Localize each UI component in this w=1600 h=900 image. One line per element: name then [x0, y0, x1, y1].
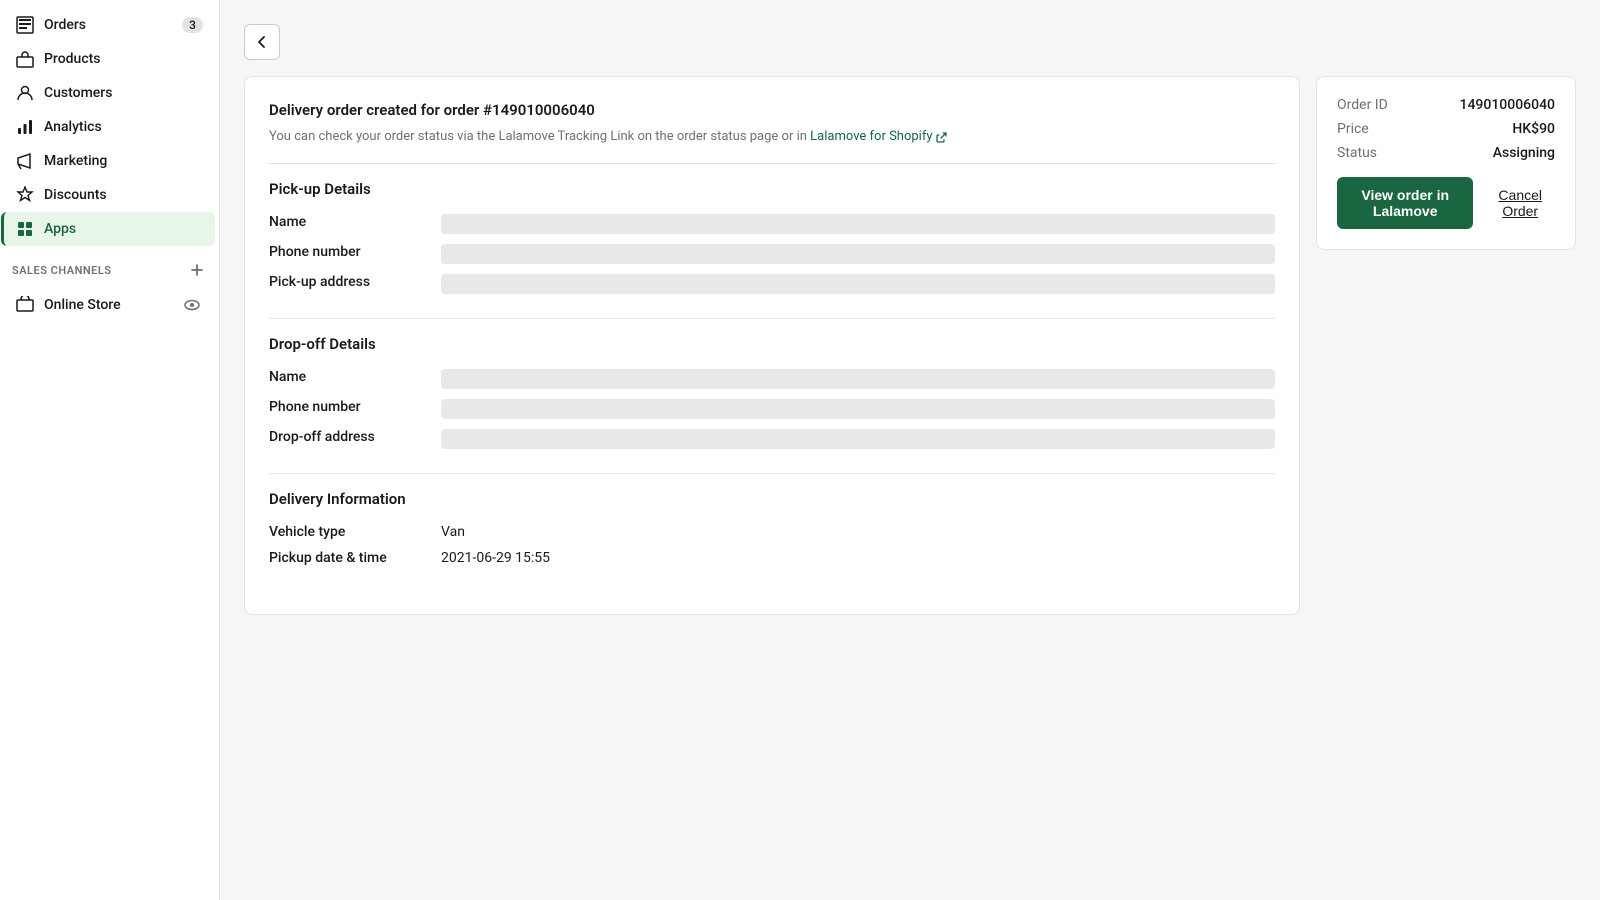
action-buttons: View order in Lalamove Cancel Order [1337, 177, 1555, 229]
pickup-details-section: Pick-up Details Name Phone number Pick-u… [269, 180, 1275, 294]
delivery-info-grid: Vehicle type Van Pickup date & time 2021… [269, 524, 1275, 566]
customers-icon [16, 84, 34, 102]
order-info: Order ID 149010006040 Price HK$90 Status… [1337, 97, 1555, 161]
discounts-icon [16, 186, 34, 204]
pickup-name-value [441, 214, 1275, 234]
dropoff-name-label: Name [269, 369, 429, 389]
order-id-value: 149010006040 [1460, 97, 1555, 113]
delivery-order-title: Delivery order created for order #149010… [269, 101, 1275, 119]
orders-icon [16, 16, 34, 34]
sidebar-item-analytics[interactable]: Analytics [4, 110, 215, 144]
pickup-address-label: Pick-up address [269, 274, 429, 294]
order-id-label: Order ID [1337, 97, 1388, 113]
sidebar-item-online-store[interactable]: Online Store [4, 286, 215, 324]
cancel-order-button[interactable]: Cancel Order [1485, 177, 1555, 229]
pickup-section-title: Pick-up Details [269, 180, 1275, 198]
dropoff-details-section: Drop-off Details Name Phone number Drop-… [269, 335, 1275, 449]
content-layout: Delivery order created for order #149010… [244, 76, 1576, 615]
lalamove-link-text: Lalamove for Shopify [810, 127, 932, 147]
price-value: HK$90 [1512, 121, 1555, 137]
pickup-datetime-label: Pickup date & time [269, 550, 429, 566]
sales-channels-label: SALES CHANNELS [12, 264, 112, 277]
orders-badge: 3 [182, 17, 203, 33]
sidebar-item-discounts-label: Discounts [44, 187, 107, 203]
pickup-datetime-value: 2021-06-29 15:55 [441, 550, 1275, 566]
back-button[interactable] [244, 24, 280, 60]
vehicle-type-label: Vehicle type [269, 524, 429, 540]
delivery-order-header: Delivery order created for order #149010… [269, 101, 1275, 147]
dropoff-phone-value [441, 399, 1275, 419]
online-store-eye-button[interactable] [181, 294, 203, 316]
marketing-icon [16, 152, 34, 170]
apps-icon [16, 220, 34, 238]
pickup-phone-label: Phone number [269, 244, 429, 264]
sidebar: Orders 3 Products Customers [0, 0, 220, 900]
sidebar-item-products[interactable]: Products [4, 42, 215, 76]
sidebar-item-orders-label: Orders [44, 17, 86, 33]
online-store-label: Online Store [44, 297, 121, 313]
delivery-order-subtitle: You can check your order status via the … [269, 127, 1275, 147]
status-row: Status Assigning [1337, 145, 1555, 161]
sidebar-item-orders[interactable]: Orders 3 [4, 8, 215, 42]
analytics-icon [16, 118, 34, 136]
dropoff-name-value [441, 369, 1275, 389]
view-order-button[interactable]: View order in Lalamove [1337, 177, 1473, 229]
sidebar-item-marketing-label: Marketing [44, 153, 107, 169]
delivery-info-title: Delivery Information [269, 490, 1275, 508]
products-icon [16, 50, 34, 68]
price-label: Price [1337, 121, 1369, 137]
add-sales-channel-button[interactable] [187, 260, 207, 280]
status-label: Status [1337, 145, 1377, 161]
pickup-details-grid: Name Phone number Pick-up address [269, 214, 1275, 294]
order-id-row: Order ID 149010006040 [1337, 97, 1555, 113]
main-content: Delivery order created for order #149010… [220, 0, 1600, 900]
pickup-phone-value [441, 244, 1275, 264]
pickup-address-value [441, 274, 1275, 294]
sidebar-item-products-label: Products [44, 51, 101, 67]
sidebar-item-apps-label: Apps [44, 221, 76, 237]
dropoff-address-value [441, 429, 1275, 449]
pickup-name-label: Name [269, 214, 429, 234]
sidebar-item-analytics-label: Analytics [44, 119, 102, 135]
main-delivery-card: Delivery order created for order #149010… [244, 76, 1300, 615]
dropoff-address-label: Drop-off address [269, 429, 429, 449]
status-value: Assigning [1493, 145, 1555, 161]
lalamove-link[interactable]: Lalamove for Shopify [810, 127, 947, 147]
dropoff-section-title: Drop-off Details [269, 335, 1275, 353]
vehicle-type-value: Van [441, 524, 1275, 540]
price-row: Price HK$90 [1337, 121, 1555, 137]
sidebar-item-marketing[interactable]: Marketing [4, 144, 215, 178]
sales-channels-header: SALES CHANNELS [0, 246, 219, 286]
dropoff-phone-label: Phone number [269, 399, 429, 419]
sidebar-item-customers-label: Customers [44, 85, 112, 101]
sidebar-item-customers[interactable]: Customers [4, 76, 215, 110]
delivery-subtitle-prefix: You can check your order status via the … [269, 129, 807, 144]
sidebar-item-discounts[interactable]: Discounts [4, 178, 215, 212]
order-summary-card: Order ID 149010006040 Price HK$90 Status… [1316, 76, 1576, 250]
dropoff-details-grid: Name Phone number Drop-off address [269, 369, 1275, 449]
online-store-icon [16, 296, 34, 314]
delivery-info-section: Delivery Information Vehicle type Van Pi… [269, 490, 1275, 566]
sidebar-item-apps[interactable]: Apps [1, 212, 215, 246]
external-link-icon [936, 131, 948, 143]
